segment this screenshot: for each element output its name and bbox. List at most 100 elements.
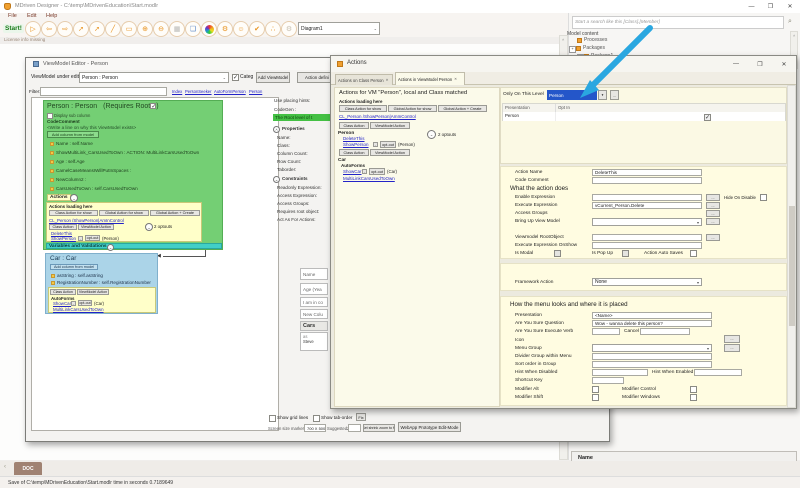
actions-tag[interactable]: Actions — [47, 194, 71, 201]
divider-group-input[interactable] — [592, 353, 712, 360]
code-comment-input[interactable] — [592, 177, 702, 184]
viewmodel-rootobject-input[interactable] — [592, 234, 702, 241]
start-button[interactable]: Start! — [3, 24, 24, 33]
close-button[interactable]: ✕ — [780, 0, 800, 13]
class-action-button[interactable]: Class Action — [339, 149, 369, 156]
suggested-zoom-input[interactable] — [348, 424, 361, 432]
presentation-input[interactable]: <Name> — [592, 312, 712, 319]
global-action-create-button[interactable]: Global Action + Create — [150, 210, 200, 216]
grid-header-presentation[interactable]: Presentation — [505, 105, 530, 110]
graph-nodes-icon[interactable]: ∴ — [265, 21, 281, 37]
sort-order-input[interactable] — [592, 361, 712, 368]
variables-validations-bar[interactable]: Variables and Validations ⌄ — [46, 243, 222, 251]
validate-check-icon[interactable]: ✔ — [249, 21, 265, 37]
global-action-for-show-button[interactable]: Global Action for show — [388, 105, 437, 112]
user-settings-icon[interactable]: ☺ — [233, 21, 249, 37]
more-button[interactable]: . — [71, 301, 76, 306]
tab-close-icon[interactable]: ✕ — [386, 78, 389, 82]
viewmodel-action-button[interactable]: ViewModel Action — [78, 224, 114, 230]
vm-column[interactable]: Age : self.Age — [56, 159, 85, 164]
framework-action-select[interactable]: None ▾ — [592, 278, 702, 286]
showcar-link[interactable]: ShowCar — [343, 169, 362, 174]
execute-onshow-input[interactable] — [592, 242, 702, 249]
tab-doc[interactable]: DOC — [14, 462, 42, 475]
zoom-in-icon[interactable]: ⊕ — [137, 21, 153, 37]
section-chevron-icon[interactable]: ⌄ — [273, 176, 280, 183]
pointer-arrow-strong-icon[interactable]: ➚ — [89, 21, 105, 37]
modifier-windows-checkbox[interactable] — [690, 394, 697, 401]
bring-up-more-button[interactable]: ... — [706, 218, 720, 225]
vm-link-person[interactable]: Person — [249, 89, 262, 94]
showcar-link[interactable]: ShowCar — [53, 301, 71, 306]
show-grid-lines-checkbox[interactable] — [269, 415, 276, 422]
gears-icon[interactable]: ⚙ — [217, 21, 233, 37]
shortcut-key-input[interactable] — [592, 377, 624, 384]
vm-column[interactable]: CarsUsedToOwn : self.CarsUsedToOwn — [56, 186, 138, 191]
add-column-button[interactable]: Add column from model — [47, 131, 99, 138]
viewmodel-action-button[interactable]: ViewModel Action — [370, 149, 410, 156]
vm-column[interactable]: CamelCaseMeansIWillPutInSpaces : — [56, 168, 131, 173]
is-modal-checkbox[interactable] — [554, 250, 561, 257]
cl-person-link[interactable]: CL_Person /ShowPerson|AmInControl — [339, 114, 416, 119]
showperson-link[interactable]: ShowPerson — [51, 236, 76, 241]
menu-group-more-button[interactable]: ... — [724, 344, 740, 352]
enable-expression-more-button[interactable]: ... — [706, 194, 720, 201]
show-tab-order-checkbox[interactable] — [313, 415, 320, 422]
auto-saves-checkbox[interactable] — [690, 250, 697, 257]
hint-enabled-input[interactable] — [694, 369, 742, 376]
action-name-input[interactable]: DeleteThis — [592, 169, 702, 176]
screen-size-value[interactable]: 700 X 500 — [304, 424, 326, 432]
vm-column[interactable]: asString : self.asString — [57, 273, 103, 278]
dialog-vscrollbar[interactable] — [787, 85, 796, 408]
viewmodel-action-button[interactable]: ViewModel Action — [77, 289, 109, 295]
optin-checkbox[interactable] — [704, 114, 711, 121]
is-popup-checkbox[interactable] — [622, 250, 629, 257]
class-action-for-show-button[interactable]: Class Action for show — [339, 105, 387, 112]
cl-person-link[interactable]: CL_Person /ShowPerson|AmInControl — [49, 218, 124, 223]
dialog-scroll-thumb[interactable] — [789, 206, 795, 326]
opt-out-button[interactable]: opt-out — [380, 141, 396, 148]
search-icon[interactable]: ⌕ — [788, 18, 792, 26]
enable-expression-input[interactable] — [592, 194, 702, 201]
showperson-link[interactable]: ShowPerson — [343, 142, 369, 147]
dialog-close-button[interactable]: ✕ — [772, 56, 796, 72]
menu-group-select[interactable]: ▾ — [592, 344, 712, 352]
menu-file[interactable]: File — [8, 13, 17, 19]
grid-row-person[interactable]: Person — [503, 112, 785, 121]
icon-more-button[interactable]: ... — [724, 335, 740, 343]
save-grid-icon[interactable]: ▦ — [169, 21, 185, 37]
bring-up-viewmodel-select[interactable]: ▾ — [592, 218, 702, 226]
more-button[interactable]: . — [362, 169, 367, 174]
add-column-button[interactable]: Add column from model — [50, 264, 98, 270]
class-action-button[interactable]: Class Action — [50, 289, 76, 295]
copy-diagram-icon[interactable]: ❏ — [185, 21, 201, 37]
cancel-verb-input[interactable] — [640, 328, 690, 335]
requires-root-checkbox[interactable] — [150, 103, 156, 110]
collapse-chevron-icon[interactable]: ⌄ — [107, 244, 114, 251]
vm-column[interactable]: RegistrationNumber : self.RegistrationNu… — [57, 280, 151, 285]
class-action-button[interactable]: Class Action — [49, 224, 77, 230]
webapp-prototype-button[interactable]: WebApp Prototype Edit-Mode — [398, 422, 461, 432]
maximize-button[interactable]: ❐ — [761, 0, 780, 13]
level-more-button[interactable]: … — [610, 90, 619, 100]
viewmodel-action-button[interactable]: ViewModel Action — [370, 122, 410, 129]
dialog-minimize-button[interactable]: — — [724, 56, 748, 72]
menu-help[interactable]: Help — [46, 13, 57, 19]
hint-disabled-input[interactable] — [592, 369, 648, 376]
vm-link-index[interactable]: Index — [172, 89, 182, 94]
run-play-icon[interactable]: ▷ — [25, 21, 41, 37]
grid-header-optin[interactable]: Opt In — [558, 105, 570, 110]
vm-column[interactable]: NewColumn2 : — [56, 177, 86, 182]
multilink-link[interactable]: MultiLinkCarsUsedToOwn — [53, 307, 104, 312]
menu-edit[interactable]: Edit — [27, 13, 36, 19]
class-action-for-show-button[interactable]: Class Action for show — [49, 210, 98, 216]
more-button[interactable]: . — [78, 236, 83, 241]
vm-link-personseeker[interactable]: PersonSeeker — [185, 89, 212, 94]
dialog-maximize-button[interactable]: ❐ — [748, 56, 772, 72]
tab-close-icon[interactable]: ✕ — [454, 77, 457, 81]
hint-constraints[interactable]: Constraints — [282, 176, 308, 181]
codecomment-hint[interactable]: <Write a line on why this ViewModel exis… — [47, 125, 136, 130]
tab-scroll-left-icon[interactable]: ‹ — [4, 464, 6, 470]
hint-properties[interactable]: Properties — [282, 126, 305, 131]
only-on-level-select[interactable]: Person — [547, 90, 597, 100]
